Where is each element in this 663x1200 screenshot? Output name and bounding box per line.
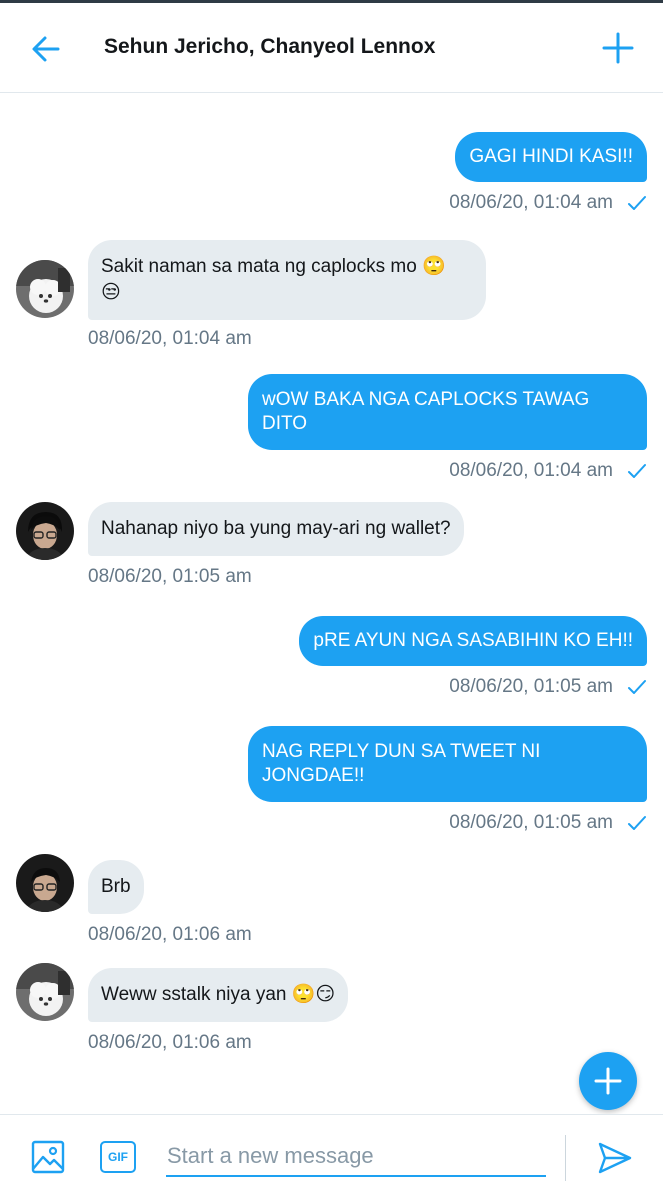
plus-icon bbox=[602, 32, 634, 64]
message-meta: 08/06/20, 01:05 am bbox=[449, 676, 647, 698]
avatar[interactable] bbox=[16, 260, 74, 318]
message-text: NAG REPLY DUN SA TWEET NI bbox=[262, 741, 541, 762]
message-text: Nahanap niyo ba yung may-ari ng wallet? bbox=[101, 518, 451, 539]
message-text: Weww sstalk niya yan 🙄😏 bbox=[101, 984, 336, 1005]
avatar[interactable] bbox=[16, 854, 74, 912]
message-bubble[interactable]: Sakit naman sa mata ng caplocks mo 🙄 😒 bbox=[88, 240, 486, 320]
message-timestamp: 08/06/20, 01:04 am bbox=[449, 460, 613, 481]
message-text-line2: JONGDAE!! bbox=[262, 765, 365, 786]
message-composer: GIF bbox=[0, 1114, 663, 1200]
message-meta: 08/06/20, 01:04 am bbox=[449, 460, 647, 482]
message-outgoing: wOW BAKA NGA CAPLOCKS TAWAG DITO 08/06/2… bbox=[248, 374, 647, 482]
message-incoming: Nahanap niyo ba yung may-ari ng wallet? … bbox=[16, 502, 616, 592]
message-meta: 08/06/20, 01:05 am bbox=[449, 812, 647, 834]
message-meta: 08/06/20, 01:04 am bbox=[449, 192, 647, 214]
message-incoming: Brb 08/06/20, 01:06 am bbox=[16, 854, 616, 945]
message-bubble[interactable]: Weww sstalk niya yan 🙄😏 bbox=[88, 968, 349, 1022]
back-button[interactable] bbox=[28, 31, 64, 67]
message-thread[interactable]: GAGI HINDI KASI!! 08/06/20, 01:04 am Sak… bbox=[0, 94, 663, 1114]
composer-divider bbox=[565, 1135, 566, 1181]
message-bubble[interactable]: NAG REPLY DUN SA TWEET NI JONGDAE!! bbox=[248, 726, 647, 802]
message-text: Sakit naman sa mata ng caplocks mo 🙄 bbox=[101, 256, 446, 277]
message-bubble[interactable]: pRE AYUN NGA SASABIHIN KO EH!! bbox=[299, 616, 647, 666]
check-icon bbox=[628, 680, 646, 694]
avatar-person-icon bbox=[16, 854, 74, 912]
avatar[interactable] bbox=[16, 502, 74, 560]
arrow-left-icon bbox=[32, 36, 60, 62]
message-timestamp: 08/06/20, 01:04 am bbox=[88, 328, 252, 349]
message-timestamp: 08/06/20, 01:06 am bbox=[88, 1032, 252, 1053]
gif-button[interactable]: GIF bbox=[100, 1141, 136, 1173]
message-timestamp: 08/06/20, 01:04 am bbox=[449, 192, 613, 213]
check-icon bbox=[628, 816, 646, 830]
message-text: pRE AYUN NGA SASABIHIN KO EH!! bbox=[313, 630, 633, 651]
message-outgoing: NAG REPLY DUN SA TWEET NI JONGDAE!! 08/0… bbox=[248, 726, 647, 834]
message-incoming: Weww sstalk niya yan 🙄😏 08/06/20, 01:06 … bbox=[16, 963, 616, 1063]
new-message-fab[interactable] bbox=[579, 1052, 637, 1110]
check-icon bbox=[628, 196, 646, 210]
avatar-dog-icon bbox=[16, 963, 74, 1021]
add-participant-button[interactable] bbox=[599, 29, 637, 67]
message-bubble[interactable]: Brb bbox=[88, 860, 144, 914]
avatar[interactable] bbox=[16, 963, 74, 1021]
send-icon bbox=[598, 1142, 632, 1174]
message-text: Brb bbox=[101, 876, 131, 897]
add-photo-button[interactable] bbox=[30, 1139, 66, 1175]
plus-icon bbox=[594, 1067, 622, 1095]
message-input[interactable] bbox=[166, 1137, 546, 1177]
message-text-line2: DITO bbox=[262, 413, 308, 434]
message-timestamp: 08/06/20, 01:05 am bbox=[88, 566, 252, 587]
message-timestamp: 08/06/20, 01:06 am bbox=[88, 924, 252, 945]
message-bubble[interactable]: Nahanap niyo ba yung may-ari ng wallet? bbox=[88, 502, 464, 556]
message-timestamp: 08/06/20, 01:05 am bbox=[449, 676, 613, 697]
check-icon bbox=[628, 464, 646, 478]
conversation-header: Sehun Jericho, Chanyeol Lennox bbox=[0, 3, 663, 93]
message-bubble[interactable]: GAGI HINDI KASI!! bbox=[455, 132, 647, 182]
message-timestamp: 08/06/20, 01:05 am bbox=[449, 812, 613, 833]
message-text: GAGI HINDI KASI!! bbox=[469, 146, 633, 167]
send-button[interactable] bbox=[596, 1139, 634, 1177]
avatar-dog-icon bbox=[16, 260, 74, 318]
message-outgoing: GAGI HINDI KASI!! 08/06/20, 01:04 am bbox=[449, 132, 647, 214]
gif-label: GIF bbox=[108, 1150, 128, 1164]
message-outgoing: pRE AYUN NGA SASABIHIN KO EH!! 08/06/20,… bbox=[299, 616, 647, 698]
message-text: wOW BAKA NGA CAPLOCKS TAWAG bbox=[262, 389, 590, 410]
message-text-line2: 😒 bbox=[101, 282, 121, 303]
conversation-title: Sehun Jericho, Chanyeol Lennox bbox=[104, 35, 436, 58]
image-icon bbox=[31, 1140, 65, 1174]
avatar-person-icon bbox=[16, 502, 74, 560]
message-bubble[interactable]: wOW BAKA NGA CAPLOCKS TAWAG DITO bbox=[248, 374, 647, 450]
message-incoming: Sakit naman sa mata ng caplocks mo 🙄 😒 0… bbox=[16, 240, 616, 360]
